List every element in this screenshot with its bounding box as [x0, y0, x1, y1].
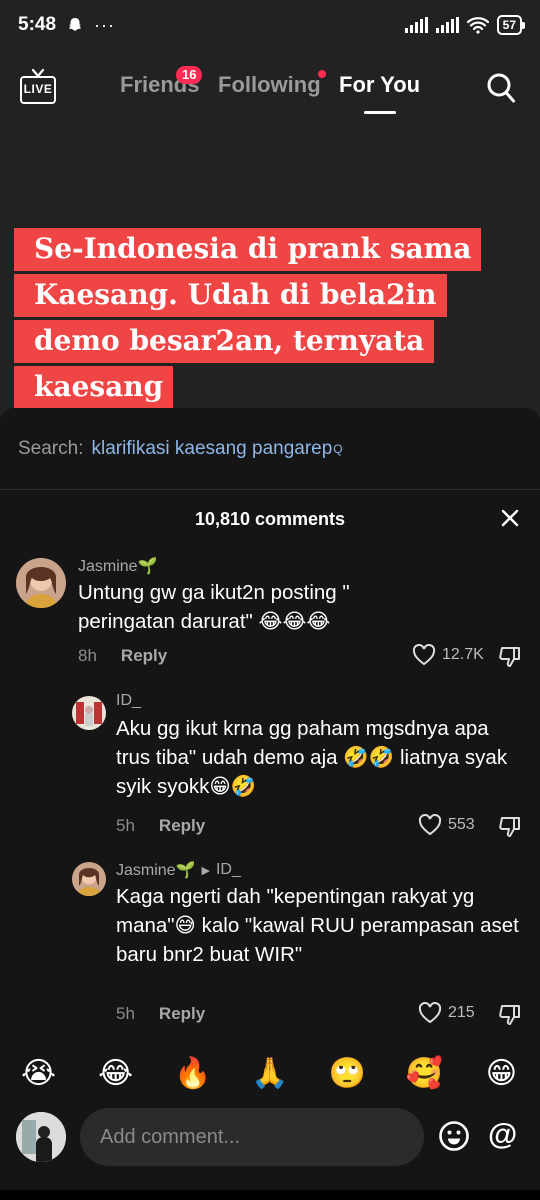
search-suggestion[interactable]: Search: klarifikasi kaesang pangarep Q	[0, 408, 540, 490]
close-icon[interactable]	[500, 508, 520, 528]
signal-2-icon	[435, 17, 459, 33]
top-nav: LIVE Friends 16 Following For You	[0, 62, 540, 118]
battery-icon: 57	[496, 15, 526, 35]
search-icon[interactable]	[486, 72, 516, 104]
reply-item: ID_ Aku gg ikut krna gg paham mgsdnya ap…	[0, 690, 540, 850]
heart-icon	[418, 814, 442, 836]
wifi-icon	[466, 17, 489, 34]
comment-text: Aku gg ikut krna gg paham mgsdnya apa tr…	[116, 717, 508, 798]
comment-username[interactable]: Jasmine🌱	[78, 556, 158, 576]
comment-time: 5h	[116, 816, 135, 835]
comment-username-line: Jasmine🌱 ▶ ID_	[116, 860, 241, 880]
mention-icon[interactable]: @	[488, 1118, 517, 1152]
like-button[interactable]: 215	[418, 1002, 475, 1024]
tab-following[interactable]: Following	[218, 72, 321, 98]
emoji-love[interactable]: 🥰	[404, 1056, 444, 1091]
active-tab-indicator	[364, 111, 396, 114]
following-dot	[318, 70, 326, 78]
like-count: 215	[448, 1004, 475, 1021]
comment-username[interactable]: Jasmine🌱	[116, 860, 196, 880]
avatar[interactable]	[72, 862, 106, 896]
comment-text: Untung gw ga ikut2n posting " peringatan…	[78, 581, 350, 633]
emoji-quick-bar: 😭 😂 🔥 🙏 🙄 🥰 😁	[0, 1048, 540, 1098]
reply-to-username[interactable]: ID_	[216, 861, 241, 879]
avatar[interactable]	[72, 696, 106, 730]
live-button[interactable]: LIVE	[20, 69, 58, 106]
comment-panel: Search: klarifikasi kaesang pangarep Q 1…	[0, 408, 540, 1200]
heart-icon	[418, 1002, 442, 1024]
dislike-icon[interactable]	[498, 815, 522, 839]
reply-item: Jasmine🌱 ▶ ID_ Kaga ngerti dah "kepentin…	[0, 858, 540, 1038]
emoji-picker-icon[interactable]	[438, 1120, 470, 1152]
dislike-icon[interactable]	[498, 645, 522, 669]
reply-button[interactable]: Reply	[159, 816, 205, 835]
like-count: 12.7K	[442, 646, 484, 663]
comment-meta: 5h Reply	[116, 1004, 205, 1024]
comment-time: 8h	[78, 646, 97, 665]
comment-username[interactable]: ID_	[116, 692, 141, 710]
search-small-icon: Q	[333, 441, 343, 456]
comment-meta: 8h Reply	[78, 646, 167, 666]
comment-input[interactable]: Add comment...	[80, 1108, 424, 1166]
like-button[interactable]: 553	[418, 814, 475, 836]
emoji-pray[interactable]: 🙏	[250, 1056, 290, 1091]
comments-count: 10,810 comments	[194, 509, 346, 529]
comment-time: 5h	[116, 1004, 135, 1023]
my-avatar[interactable]	[16, 1112, 66, 1162]
emoji-joy[interactable]: 😂	[96, 1056, 136, 1091]
avatar[interactable]	[16, 558, 66, 608]
tab-for-you[interactable]: For You	[339, 72, 420, 98]
snapchat-icon	[69, 18, 82, 31]
signal-1-icon	[404, 17, 428, 33]
emoji-eyeroll[interactable]: 🙄	[327, 1056, 367, 1091]
reply-arrow-icon: ▶	[201, 864, 210, 877]
reply-button[interactable]: Reply	[121, 646, 167, 665]
comment-item: Jasmine🌱 Untung gw ga ikut2n posting " p…	[0, 548, 540, 678]
comment-text: Kaga ngerti dah "kepentingan rakyat yg m…	[116, 885, 519, 966]
more-notifications-icon: ···	[94, 14, 116, 35]
video-area[interactable]: 5:48 ··· 57 LIVE Friends 16 Following Fo…	[0, 0, 540, 420]
heart-icon	[412, 644, 436, 666]
dislike-icon[interactable]	[498, 1003, 522, 1027]
reply-button[interactable]: Reply	[159, 1004, 205, 1023]
video-caption: Se-Indonesia di prank sama Kaesang. Udah…	[14, 226, 484, 410]
emoji-fire[interactable]: 🔥	[173, 1056, 213, 1091]
status-bar: 5:48 ··· 57	[0, 0, 540, 50]
live-label: LIVE	[20, 76, 56, 104]
comment-composer: Add comment... @	[0, 1106, 540, 1172]
search-suggestion-term[interactable]: klarifikasi kaesang pangarep	[91, 438, 332, 460]
status-time: 5:48	[18, 14, 57, 35]
emoji-grin[interactable]: 😁	[481, 1056, 521, 1091]
like-count: 553	[448, 816, 475, 833]
friends-badge: 16	[176, 66, 203, 84]
search-suggestion-label: Search:	[18, 437, 84, 459]
system-nav-bar	[0, 1190, 540, 1200]
emoji-crying[interactable]: 😭	[19, 1056, 59, 1091]
comments-count-header: 10,810 comments	[0, 490, 540, 548]
comment-meta: 5h Reply	[116, 816, 205, 836]
like-button[interactable]: 12.7K	[412, 644, 484, 666]
